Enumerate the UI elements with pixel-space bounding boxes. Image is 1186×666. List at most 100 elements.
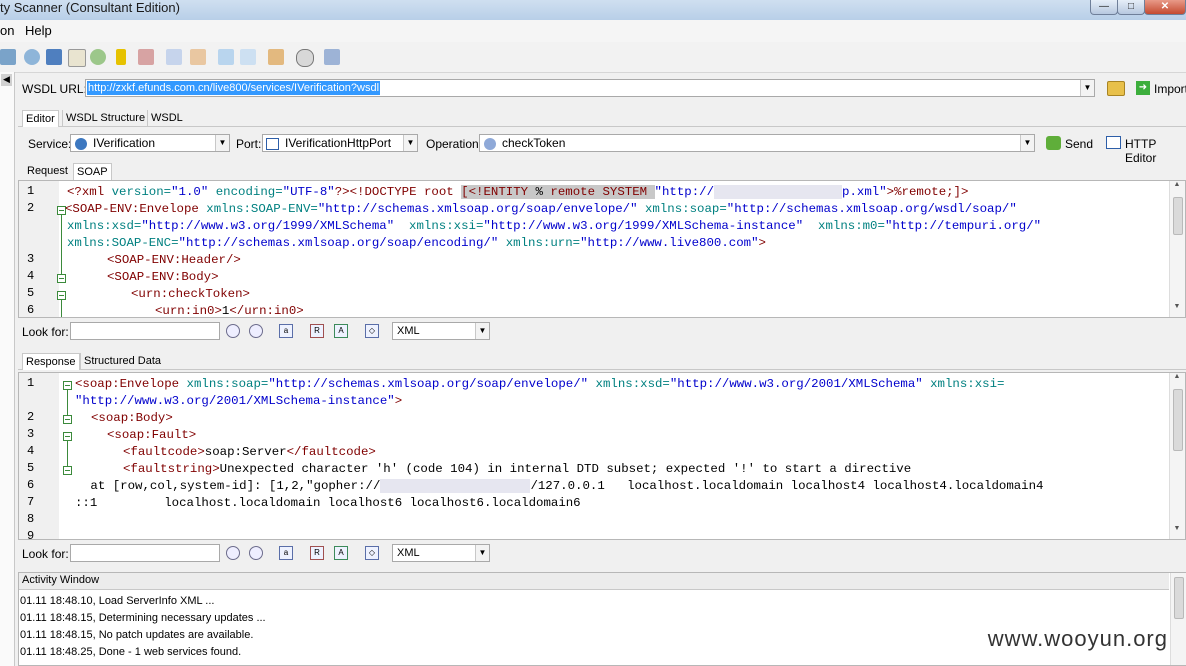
line-number: 4	[27, 444, 35, 458]
line-number: 5	[27, 286, 35, 300]
look-for-input[interactable]	[70, 544, 220, 562]
request-line-1: <?xml version="1.0" encoding="UTF-8"?><!…	[67, 184, 969, 199]
operation-icon	[484, 138, 496, 150]
format-select[interactable]: XML ▼	[392, 544, 490, 562]
response-scrollbar[interactable]: ▲ ▼	[1169, 373, 1185, 539]
line-number: 1	[27, 376, 35, 390]
tab-structured-data[interactable]: Structured Data	[80, 353, 164, 369]
scroll-thumb[interactable]	[1173, 197, 1183, 235]
import-button[interactable]: Import	[1154, 82, 1186, 96]
activity-title: Activity Window	[22, 574, 100, 586]
response-line-3: <soap:Fault>	[107, 428, 197, 442]
response-line-5: <faultstring>Unexpected character 'h' (c…	[123, 462, 912, 476]
chart-icon[interactable]	[324, 49, 340, 65]
request-line-3: <SOAP-ENV:Header/>	[107, 253, 241, 267]
document-icon[interactable]	[68, 49, 86, 67]
scroll-down-icon[interactable]: ▼	[1172, 303, 1182, 317]
left-panel	[0, 72, 15, 666]
port-icon	[266, 138, 279, 150]
tab-response[interactable]: Response	[22, 353, 80, 370]
search-up-icon[interactable]	[249, 324, 263, 338]
edit-icon[interactable]	[166, 49, 182, 65]
database-icon[interactable]	[24, 49, 40, 65]
tab-editor[interactable]: Editor	[22, 110, 59, 127]
menu-item-help[interactable]: Help	[25, 23, 52, 38]
chevron-down-icon[interactable]: ▼	[403, 135, 417, 151]
tab-wsdl[interactable]: WSDL	[147, 110, 186, 126]
title-bar: ty Scanner (Consultant Edition)	[0, 0, 1186, 20]
fold-toggle-icon[interactable]	[63, 466, 72, 475]
send-button[interactable]: Send	[1065, 137, 1093, 151]
key-icon[interactable]	[116, 49, 126, 65]
open-folder-icon[interactable]	[1107, 81, 1125, 96]
line-number: 6	[27, 303, 35, 317]
close-button[interactable]: ✕	[1144, 0, 1186, 15]
wrap-icon[interactable]: ◇	[365, 324, 379, 338]
fold-toggle-icon[interactable]	[57, 291, 66, 300]
window-title: ty Scanner (Consultant Edition)	[0, 0, 180, 15]
highlight-icon[interactable]: A	[334, 324, 348, 338]
maximize-button[interactable]: □	[1117, 0, 1145, 15]
scroll-thumb[interactable]	[1174, 577, 1184, 619]
fold-line	[61, 300, 62, 317]
service-select[interactable]: IVerification ▼	[70, 134, 230, 152]
http-editor-button[interactable]: HTTP Editor	[1125, 137, 1186, 165]
line-number: 6	[27, 478, 35, 492]
fold-line	[67, 390, 68, 415]
window-icon[interactable]	[46, 49, 62, 65]
checklist-icon[interactable]	[240, 49, 256, 65]
tab-request[interactable]: Request	[24, 163, 71, 179]
highlight-icon[interactable]: A	[334, 546, 348, 560]
menu-item-partial[interactable]: on	[0, 23, 14, 38]
wsdl-url-value: http://zxkf.efunds.com.cn/live800/servic…	[87, 81, 381, 95]
chevron-down-icon[interactable]: ▼	[215, 135, 229, 151]
scroll-thumb[interactable]	[1173, 389, 1183, 451]
scroll-up-icon[interactable]: ▲	[1172, 373, 1182, 387]
clock-icon[interactable]	[296, 49, 314, 67]
regex-icon[interactable]: R	[310, 324, 324, 338]
format-value: XML	[397, 325, 420, 337]
request-line-6: <urn:in0>1</urn:in0>	[155, 304, 304, 318]
request-line-2b: xmlns:xsd="http://www.w3.org/1999/XMLSch…	[67, 219, 1042, 233]
copy-icon[interactable]	[218, 49, 234, 65]
settings-icon[interactable]	[0, 49, 16, 65]
line-number: 8	[27, 512, 35, 526]
scroll-down-icon[interactable]: ▼	[1172, 525, 1182, 539]
tab-divider	[18, 126, 1186, 127]
response-editor[interactable]: 1 2 3 4 5 6 7 8 9 <soap:Envelope xmlns:s…	[18, 372, 1186, 540]
fold-toggle-icon[interactable]	[57, 274, 66, 283]
globe-icon[interactable]	[90, 49, 106, 65]
fold-toggle-icon[interactable]	[63, 415, 72, 424]
activity-scrollbar[interactable]	[1170, 573, 1186, 665]
fold-toggle-icon[interactable]	[63, 432, 72, 441]
search-down-icon[interactable]	[226, 546, 240, 560]
fold-toggle-icon[interactable]	[63, 381, 72, 390]
regex-icon[interactable]: R	[310, 546, 324, 560]
search-down-icon[interactable]	[226, 324, 240, 338]
request-editor[interactable]: 1 2 3 4 5 6 <?xml version="1.0" encoding…	[18, 180, 1186, 318]
scroll-up-icon[interactable]: ▲	[1172, 181, 1182, 195]
chevron-down-icon[interactable]: ▼	[475, 323, 489, 339]
chevron-down-icon[interactable]: ▼	[1080, 80, 1094, 96]
format-select[interactable]: XML ▼	[392, 322, 490, 340]
line-number: 5	[27, 461, 35, 475]
table-icon[interactable]	[138, 49, 154, 65]
search-up-icon[interactable]	[249, 546, 263, 560]
tab-soap[interactable]: SOAP	[73, 163, 112, 180]
chevron-down-icon[interactable]: ▼	[475, 545, 489, 561]
match-case-icon[interactable]: a	[279, 546, 293, 560]
match-case-icon[interactable]: a	[279, 324, 293, 338]
operation-select[interactable]: checkToken ▼	[479, 134, 1035, 152]
edit-icon[interactable]	[190, 49, 206, 65]
wrap-icon[interactable]: ◇	[365, 546, 379, 560]
line-number: 9	[27, 529, 35, 540]
minimize-button[interactable]: —	[1090, 0, 1118, 15]
chevron-down-icon[interactable]: ▼	[1020, 135, 1034, 151]
clipboard-icon[interactable]	[268, 49, 284, 65]
pin-icon[interactable]: ◀	[1, 74, 12, 86]
request-scrollbar[interactable]: ▲ ▼	[1169, 181, 1185, 317]
wsdl-url-input[interactable]: http://zxkf.efunds.com.cn/live800/servic…	[85, 79, 1095, 97]
port-select[interactable]: IVerificationHttpPort ▼	[262, 134, 418, 152]
look-for-input[interactable]	[70, 322, 220, 340]
tab-wsdl-structure[interactable]: WSDL Structure	[62, 110, 148, 126]
